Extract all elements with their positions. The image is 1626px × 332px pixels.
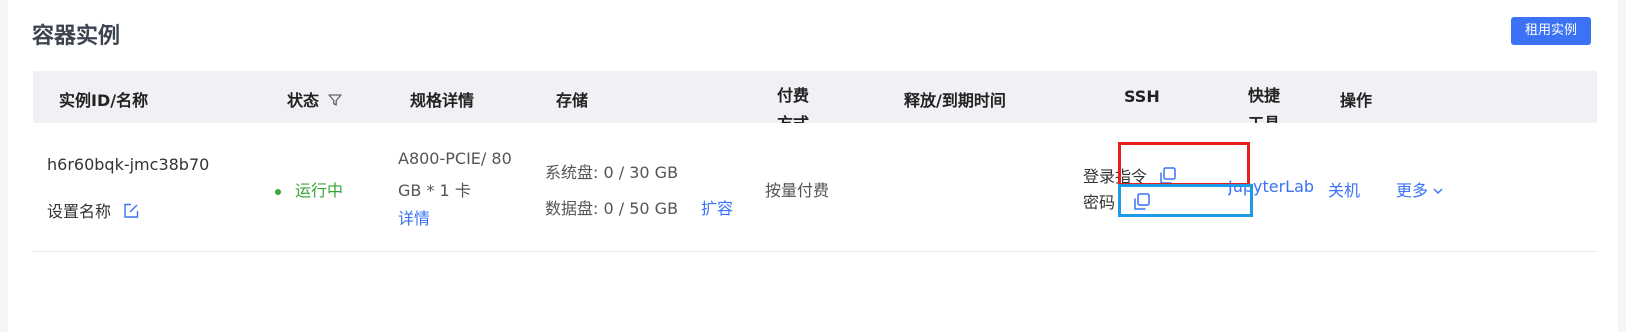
table-row: h6r60bqk-jmc38b70 设置名称 运行中 A800-PCIE/ 80… xyxy=(33,123,1597,252)
more-actions-label: 更多 xyxy=(1396,181,1429,200)
password-highlight xyxy=(1118,184,1253,217)
column-header-ssh: SSH xyxy=(1124,87,1160,106)
ssh-password-label: 密码 xyxy=(1083,193,1116,212)
rent-instance-button[interactable]: 租用实例 xyxy=(1511,17,1591,45)
instances-card: 容器实例 租用实例 实例ID/名称 状态 规格详情 存储 付费方式 释放/到期时… xyxy=(8,0,1618,332)
status-label: 运行中 xyxy=(295,181,344,200)
filter-icon[interactable] xyxy=(327,92,343,112)
spec-line-2: GB * 1 卡 xyxy=(398,181,471,200)
edit-icon[interactable] xyxy=(122,203,140,224)
column-header-actions: 操作 xyxy=(1340,91,1373,110)
page-title: 容器实例 xyxy=(32,24,121,49)
system-disk: 系统盘: 0 / 30 GB xyxy=(545,163,679,182)
column-header-release: 释放/到期时间 xyxy=(904,91,1006,110)
chevron-down-icon xyxy=(1432,182,1444,201)
expand-link[interactable]: 扩容 xyxy=(701,195,733,219)
column-header-storage: 存储 xyxy=(556,91,589,110)
column-header-payment: 付费方式 xyxy=(777,86,810,123)
payment-type: 按量付费 xyxy=(765,181,830,200)
column-header-instance: 实例ID/名称 xyxy=(59,91,149,110)
status-badge: 运行中 xyxy=(275,177,343,201)
table-header: 实例ID/名称 状态 规格详情 存储 付费方式 释放/到期时间 SSH 快捷工具… xyxy=(33,71,1597,123)
login-command-highlight xyxy=(1118,142,1250,186)
more-actions-dropdown[interactable]: 更多 xyxy=(1396,177,1444,201)
status-dot xyxy=(275,188,281,195)
column-header-spec: 规格详情 xyxy=(410,91,475,110)
shutdown-link[interactable]: 关机 xyxy=(1328,177,1360,201)
column-header-status-label: 状态 xyxy=(287,91,320,110)
data-disk: 数据盘: 0 / 50 GB xyxy=(545,199,679,218)
spec-line-1: A800-PCIE/ 80 xyxy=(398,149,512,168)
instance-id: h6r60bqk-jmc38b70 xyxy=(47,155,210,174)
set-name-label: 设置名称 xyxy=(47,202,112,221)
column-header-shortcut: 快捷工具 xyxy=(1248,86,1281,123)
column-header-status: 状态 xyxy=(287,87,343,112)
set-name-action[interactable]: 设置名称 xyxy=(47,198,140,224)
spec-detail-link[interactable]: 详情 xyxy=(398,205,430,229)
